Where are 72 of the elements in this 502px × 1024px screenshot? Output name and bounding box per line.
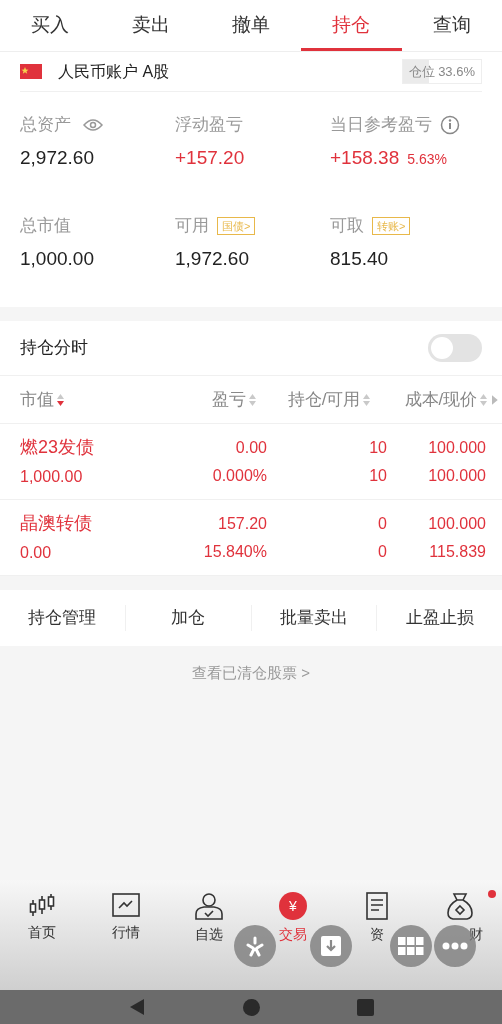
download-icon [320, 935, 342, 957]
more-icon [442, 942, 468, 950]
table-cell-text: 100.000 [428, 437, 486, 458]
nav-item[interactable]: 资 [364, 892, 389, 945]
floating-menu-button[interactable] [390, 925, 432, 967]
tab[interactable]: 卖出 [100, 0, 201, 51]
grid-icon [398, 937, 424, 955]
table-cell-text: 10 [369, 437, 387, 458]
sparkle-icon [244, 935, 266, 957]
eye-icon[interactable] [83, 118, 103, 132]
column-header[interactable]: 市值 [20, 386, 54, 413]
stat-label: 可取 [330, 214, 364, 237]
table-cell-text: 100.000 [428, 513, 486, 534]
intraday-label: 持仓分时 [20, 337, 88, 360]
stat-label: 可用 [175, 214, 209, 237]
action-button[interactable]: 批量卖出 [251, 605, 377, 631]
stat-value: +158.38 [330, 146, 400, 170]
home-icon[interactable] [243, 998, 260, 1016]
stat-label: 总市值 [20, 214, 71, 237]
info-icon[interactable] [440, 115, 460, 135]
table-cell-text: 0 [378, 541, 387, 562]
table-cell-text: 0.00 [20, 543, 52, 563]
bond-name: 燃23发债 [20, 436, 95, 459]
floating-menu-button[interactable] [234, 925, 276, 967]
table-cell-text: 1,000.00 [20, 467, 83, 487]
bond-name: 晶澳转债 [20, 512, 92, 535]
action-button[interactable]: 止盈止损 [377, 605, 502, 631]
table-cell-text: 157.20 [218, 513, 267, 534]
toggle-switch[interactable] [428, 334, 482, 362]
back-icon[interactable] [128, 998, 147, 1016]
stat-value: 2,972.60 [20, 146, 94, 170]
tab[interactable]: 查询 [401, 0, 502, 51]
sort-icon[interactable] [56, 392, 65, 407]
scroll-right-icon[interactable] [492, 394, 498, 405]
table-cell-text: 100.000 [428, 465, 486, 486]
account-name: 人民币账户 A股 [58, 61, 170, 82]
user-check-icon [194, 892, 225, 920]
nav-item[interactable]: 行情 [110, 892, 141, 943]
line-chart-icon [110, 892, 141, 918]
table-cell-text: 0.000% [212, 465, 267, 486]
stat-label: 总资产 [20, 114, 71, 137]
stat-percent: 5.63% [407, 150, 447, 169]
stat-label: 浮动盈亏 [175, 114, 243, 137]
yen-badge: ¥ [278, 892, 307, 920]
recents-icon[interactable] [356, 998, 374, 1016]
tab[interactable]: 买入 [0, 0, 101, 51]
column-header[interactable]: 盈亏 [211, 386, 246, 413]
floating-menu-button[interactable] [310, 925, 352, 967]
flag-icon [20, 64, 42, 79]
action-button[interactable]: 加仓 [125, 605, 251, 631]
stat-label: 当日参考盈亏 [330, 114, 432, 137]
nav-item[interactable]: 自选 [194, 892, 225, 945]
table-cell-text: 0.00 [235, 437, 267, 458]
nav-item[interactable]: 首页 [27, 892, 56, 943]
nav-item[interactable]: 财 [437, 892, 484, 945]
money-bag-icon [446, 892, 475, 920]
column-header[interactable]: 成本/现价 [404, 386, 478, 413]
table-cell-text: 115.839 [429, 541, 486, 562]
tab[interactable]: 撤单 [200, 0, 302, 51]
nav-item[interactable]: ¥ 交易 [278, 892, 307, 945]
candlestick-icon [27, 892, 56, 918]
column-header[interactable]: 持仓/可用 [287, 386, 361, 413]
position-badge: 仓位 33.6% [401, 58, 482, 85]
table-cell-text: 15.840% [203, 541, 267, 562]
table-cell-text: 10 [369, 465, 387, 486]
stat-value: 1,972.60 [175, 246, 249, 271]
document-icon [364, 892, 389, 920]
table-cell-text: 0 [378, 513, 387, 534]
stat-value: +157.20 [175, 146, 245, 170]
stat-value: 1,000.00 [20, 246, 94, 271]
stat-value: 815.40 [330, 246, 389, 271]
action-button[interactable]: 持仓管理 [0, 605, 125, 631]
